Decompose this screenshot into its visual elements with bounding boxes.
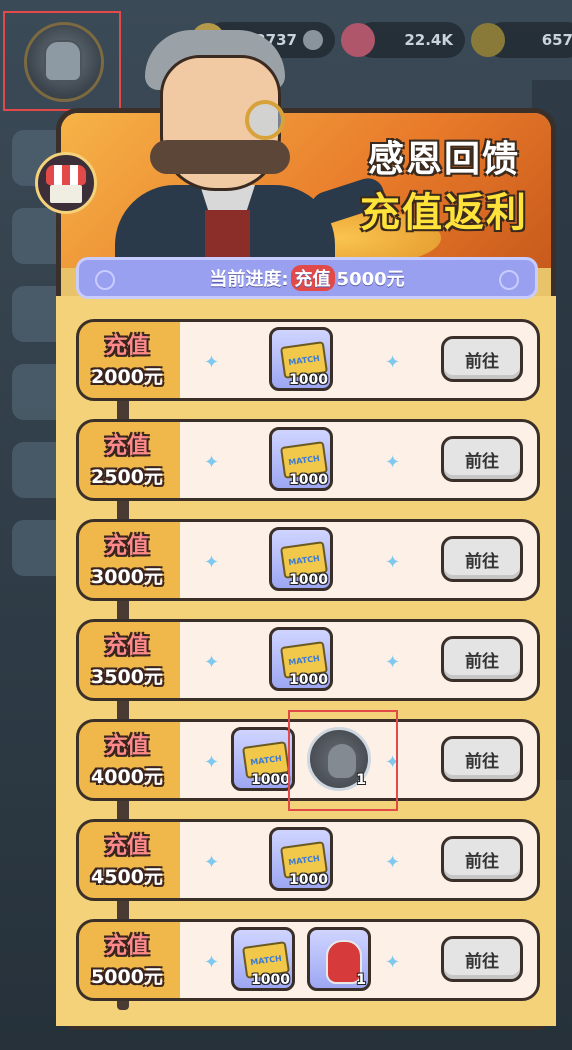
tier-label: 充值 5000元 [83, 928, 171, 989]
sparkle-icon: ✦ [204, 952, 220, 973]
tier-row: 充值 4500元 ✦ ✦ 前往 MATCH 1000 [76, 819, 540, 901]
progress-value: 5000元 [336, 269, 405, 290]
sparkle-icon: ✦ [204, 552, 220, 573]
match-ticket-item[interactable]: MATCH 1000 [269, 527, 333, 591]
match-ticket-item[interactable]: MATCH 1000 [269, 827, 333, 891]
go-button[interactable]: 前往 [441, 336, 523, 382]
tier-amount: 2500元 [91, 466, 163, 488]
tier-row: 充值 5000元 ✦ ✦ 前往 MATCH 1000 1 [76, 919, 540, 1001]
sparkle-icon: ✦ [204, 352, 220, 373]
go-button[interactable]: 前往 [441, 736, 523, 782]
title-line1: 感恩回馈 [367, 139, 520, 180]
match-ticket-item[interactable]: MATCH 1000 [231, 927, 295, 991]
tier-label-top: 充值 [104, 434, 149, 459]
avatar-highlight-box [3, 11, 121, 111]
tier-label-top: 充值 [104, 834, 149, 859]
title-line2: 充值返利 [360, 190, 528, 236]
tier-label: 充值 2000元 [83, 328, 171, 389]
item-quantity: 1000 [289, 872, 328, 888]
tier-label-top: 充值 [104, 534, 149, 559]
tier-label-top: 充值 [104, 334, 149, 359]
sparkle-icon: ✦ [385, 452, 401, 473]
progress-highlight: 充值 [290, 265, 335, 291]
monocle-icon [245, 100, 285, 140]
sparkle-icon: ✦ [385, 952, 401, 973]
go-button[interactable]: 前往 [441, 936, 523, 982]
reward-highlight-box [288, 710, 398, 811]
item-quantity: 1000 [251, 972, 290, 988]
event-title: 感恩回馈 充值返利 [360, 130, 528, 238]
match-ticket-item[interactable]: MATCH 1000 [269, 427, 333, 491]
eye-icon [95, 270, 115, 290]
sparkle-icon: ✦ [204, 452, 220, 473]
mustache [150, 140, 290, 174]
token-icon [471, 23, 505, 57]
tier-row: 充值 3500元 ✦ ✦ 前往 MATCH 1000 [76, 619, 540, 701]
eye-icon [499, 270, 519, 290]
item-quantity: 1000 [289, 672, 328, 688]
item-quantity: 1000 [251, 772, 290, 788]
sparkle-icon: ✦ [204, 652, 220, 673]
sparkle-icon: ✦ [385, 652, 401, 673]
sparkle-icon: ✦ [204, 852, 220, 873]
progress-bar: 当前进度: 充值 5000元 [76, 257, 538, 299]
item-quantity: 1 [356, 972, 366, 988]
tier-amount: 2000元 [91, 366, 163, 388]
token-value: 657 [541, 31, 572, 49]
shop-icon[interactable] [35, 152, 97, 214]
token-counter: 657 [471, 22, 572, 58]
tier-label: 充值 4000元 [83, 728, 171, 789]
item-quantity: 1000 [289, 472, 328, 488]
tier-label-top: 充值 [104, 634, 149, 659]
match-ticket-item[interactable]: MATCH 1000 [269, 327, 333, 391]
sparkle-icon: ✦ [385, 352, 401, 373]
tier-label: 充值 3000元 [83, 528, 171, 589]
tier-label: 充值 4500元 [83, 828, 171, 889]
item-quantity: 1000 [289, 372, 328, 388]
host-character [105, 0, 389, 275]
tier-label: 充值 2500元 [83, 428, 171, 489]
mask-item[interactable]: 1 [307, 927, 371, 991]
go-button[interactable]: 前往 [441, 536, 523, 582]
tier-row: 充值 3000元 ✦ ✦ 前往 MATCH 1000 [76, 519, 540, 601]
item-quantity: 1000 [289, 572, 328, 588]
tier-label-top: 充值 [104, 734, 149, 759]
tier-amount: 3500元 [91, 666, 163, 688]
gem-value: 22.4K [404, 31, 453, 49]
go-button[interactable]: 前往 [441, 636, 523, 682]
go-button[interactable]: 前往 [441, 836, 523, 882]
tier-amount: 4000元 [91, 766, 163, 788]
sparkle-icon: ✦ [204, 752, 220, 773]
go-button[interactable]: 前往 [441, 436, 523, 482]
match-ticket-item[interactable]: MATCH 1000 [269, 627, 333, 691]
sparkle-icon: ✦ [385, 552, 401, 573]
match-ticket-item[interactable]: MATCH 1000 [231, 727, 295, 791]
tier-amount: 4500元 [91, 866, 163, 888]
tier-label: 充值 3500元 [83, 628, 171, 689]
gem-counter: 22.4K [341, 22, 465, 58]
tier-amount: 5000元 [91, 966, 163, 988]
tier-label-top: 充值 [104, 934, 149, 959]
sparkle-icon: ✦ [385, 852, 401, 873]
tier-amount: 3000元 [91, 566, 163, 588]
tier-row: 充值 2500元 ✦ ✦ 前往 MATCH 1000 [76, 419, 540, 501]
tier-row: 充值 2000元 ✦ ✦ 前往 MATCH 1000 [76, 319, 540, 401]
progress-prefix: 当前进度: [209, 269, 289, 290]
